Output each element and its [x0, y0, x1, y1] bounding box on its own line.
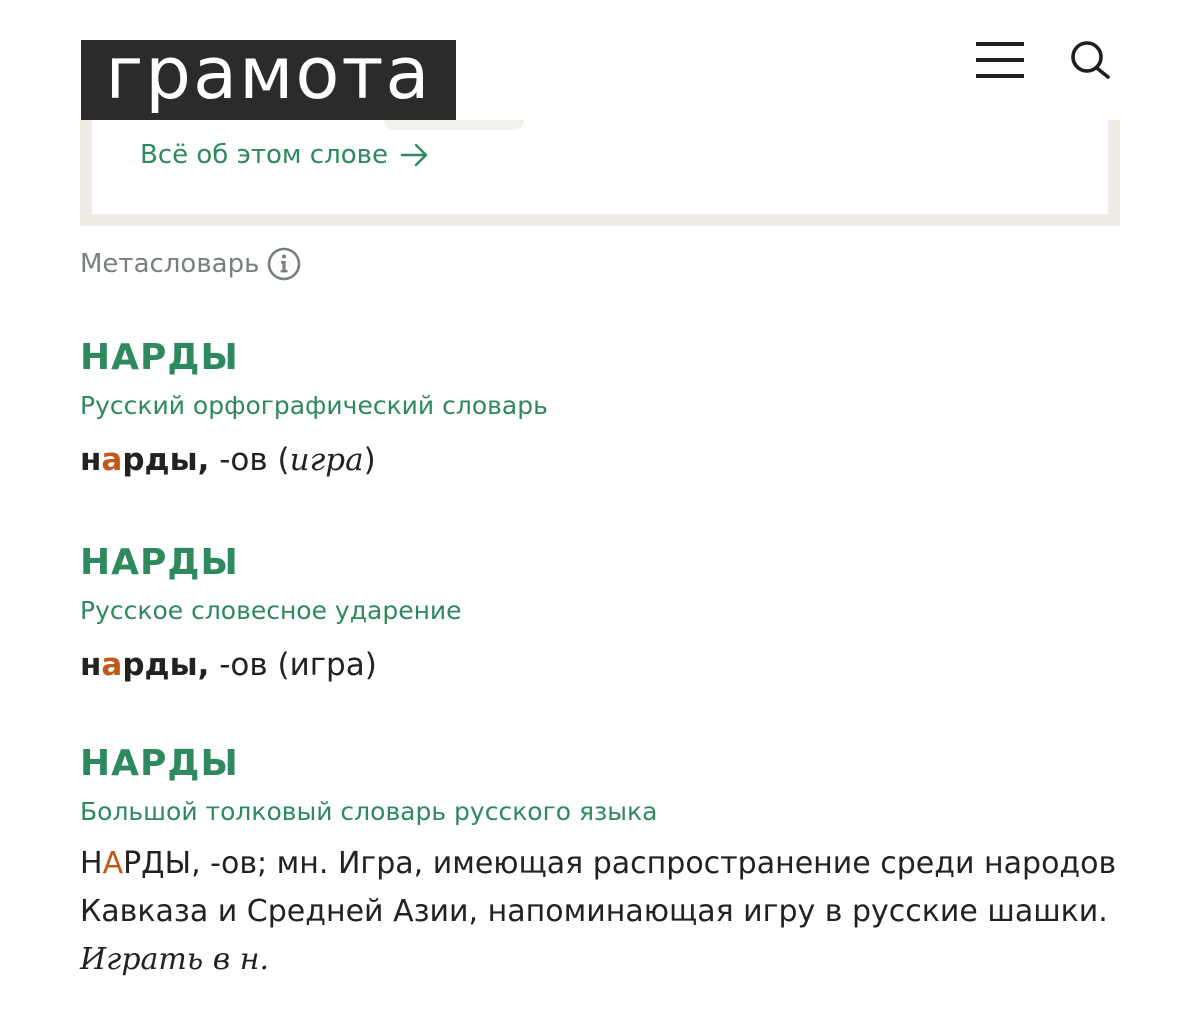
- all-about-word-label: Всё об этом слове: [140, 140, 388, 170]
- info-icon[interactable]: [267, 247, 301, 281]
- headword: нарды,: [80, 442, 209, 478]
- word-card-inner: Всё об этом слове: [92, 120, 1108, 214]
- all-about-word-link[interactable]: Всё об этом слове: [140, 140, 430, 170]
- entry-definition: , -ов; мн. Игра, имеющая распространение…: [80, 846, 1117, 929]
- entry-text: нарды, -ов (игра): [80, 641, 1120, 689]
- entry-source-link[interactable]: Русское словесное ударение: [80, 595, 1120, 627]
- entry-source-link[interactable]: Большой толковый словарь русского языка: [80, 796, 1120, 828]
- headword-part: н: [80, 647, 102, 683]
- headword-part: рды,: [122, 442, 210, 478]
- headword-part: РДЫ: [123, 846, 192, 881]
- site-logo[interactable]: грамота: [81, 40, 456, 120]
- word-card: Всё об этом слове: [80, 120, 1120, 226]
- dictionary-entry: НАРДЫ Русский орфографический словарь на…: [80, 336, 1120, 484]
- entry-title: НАРДЫ: [80, 743, 239, 784]
- entry-definition: -ов (: [209, 442, 290, 478]
- metaslovar-label: Метасловарь: [80, 249, 260, 279]
- headword: нарды,: [80, 647, 209, 683]
- entry-title: НАРДЫ: [80, 337, 239, 378]
- entry-definition-end: ): [363, 442, 376, 478]
- metaslovar-heading: Метасловарь: [80, 247, 301, 281]
- entry-source-link[interactable]: Русский орфографический словарь: [80, 390, 1120, 422]
- headword-part: рды,: [122, 647, 210, 683]
- card-cut-badge: [384, 120, 524, 130]
- dictionary-entry: НАРДЫ Большой толковый словарь русского …: [80, 742, 1120, 984]
- stressed-letter: а: [101, 647, 123, 683]
- headword-part: Н: [80, 846, 103, 881]
- entry-definition: -ов (игра): [209, 647, 377, 683]
- site-header: грамота: [0, 0, 1200, 120]
- hamburger-menu-icon[interactable]: [976, 42, 1024, 78]
- headword-part: н: [80, 442, 102, 478]
- page: Всё об этом слове грамота Метасловарь НА…: [0, 0, 1200, 1017]
- entry-text: НАРДЫ, -ов; мн. Игра, имеющая распростра…: [80, 840, 1120, 984]
- stressed-letter: а: [101, 442, 123, 478]
- stressed-letter: А: [102, 846, 124, 881]
- entry-text: нарды, -ов (игра): [80, 436, 1120, 484]
- arrow-right-icon: [400, 143, 428, 167]
- headword: НАРДЫ: [80, 846, 191, 881]
- entry-note-italic: игра: [289, 442, 364, 478]
- entry-example-italic: Играть в н.: [80, 942, 270, 977]
- dictionary-entry: НАРДЫ Русское словесное ударение нарды, …: [80, 541, 1120, 689]
- entry-title: НАРДЫ: [80, 542, 239, 583]
- search-icon[interactable]: [1068, 40, 1112, 80]
